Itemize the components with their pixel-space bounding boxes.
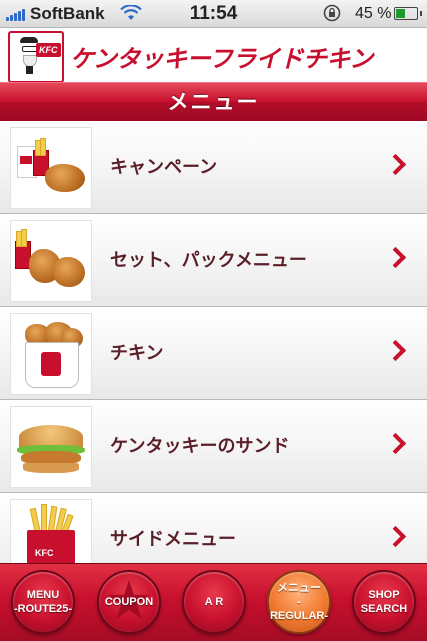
chevron-right-icon [384, 339, 407, 362]
status-bar: SoftBank 11:54 45 % [0, 0, 427, 28]
tab-shop-search[interactable]: SHOP SEARCH [352, 570, 416, 634]
tab-label: A R [204, 596, 224, 608]
menu-item-label: セット、パックメニュー [110, 250, 307, 271]
rotation-lock-icon [322, 4, 342, 27]
page-title: メニュー [167, 90, 260, 114]
tab-label: COUPON [104, 596, 154, 608]
menu-item-label: サイドメニュー [110, 529, 236, 550]
tab-bar: MENU -ROUTE25- ★ COUPON A R メニュー -REGULA… [0, 563, 427, 641]
menu-item-chicken[interactable]: チキン [0, 307, 427, 400]
set-pack-image [10, 220, 92, 302]
chevron-right-icon [384, 432, 407, 455]
menu-item-campaign[interactable]: キャンペーン [0, 121, 427, 214]
title-bar: メニュー [0, 82, 427, 122]
battery-icon [394, 7, 422, 20]
tab-label: SHOP [368, 589, 400, 601]
menu-item-side-menu[interactable]: KFC サイドメニュー [0, 493, 427, 563]
tab-menu-regular[interactable]: メニュー -REGULAR- [267, 570, 331, 634]
chevron-right-icon [384, 525, 407, 548]
menu-item-label: チキン [110, 343, 164, 364]
menu-item-set-pack[interactable]: セット、パックメニュー [0, 214, 427, 307]
fries-box-logo: KFC [35, 548, 54, 558]
menu-item-label: キャンペーン [110, 157, 218, 178]
brand-header: KFC ケンタッキーフライドチキン [0, 28, 427, 83]
tab-menu-route25[interactable]: MENU -ROUTE25- [11, 570, 75, 634]
battery-percent: 45 % [355, 5, 392, 22]
campaign-image [10, 127, 92, 209]
chevron-right-icon [384, 246, 407, 269]
sandwich-image [10, 406, 92, 488]
brand-name: ケンタッキーフライドチキン [70, 45, 373, 73]
menu-item-label: ケンタッキーのサンド [110, 436, 290, 457]
tab-sublabel: -ROUTE25- [13, 603, 73, 615]
chevron-right-icon [384, 153, 407, 176]
logo-text: KFC [36, 43, 61, 57]
tab-ar[interactable]: A R [182, 570, 246, 634]
kfc-logo: KFC [8, 31, 64, 83]
chicken-bucket-image [10, 313, 92, 395]
tab-label: メニュー [277, 582, 321, 594]
menu-list: キャンペーン セット、パックメニュー チキン ケンタッキーのサンド KFC サイ… [0, 121, 427, 563]
tab-sublabel: SEARCH [360, 603, 408, 615]
fries-image: KFC [10, 499, 92, 563]
tab-sublabel: -REGULAR- [269, 596, 329, 622]
tab-coupon[interactable]: ★ COUPON [97, 570, 161, 634]
tab-label: MENU [26, 589, 60, 601]
menu-item-sandwich[interactable]: ケンタッキーのサンド [0, 400, 427, 493]
